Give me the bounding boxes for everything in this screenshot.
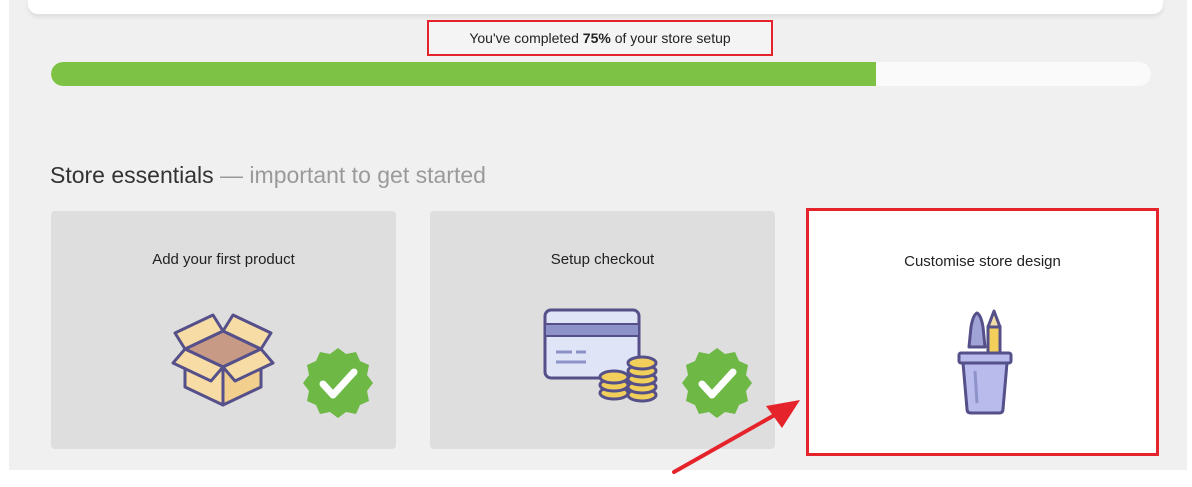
card-title: Setup checkout xyxy=(550,251,655,268)
section-title: Store essentials xyxy=(50,162,214,188)
progress-bar-fill xyxy=(51,62,876,86)
annotation-arrow-icon xyxy=(672,400,800,474)
card-add-product[interactable]: Add your first product xyxy=(51,211,396,449)
box-icon xyxy=(171,313,275,407)
card-title: Add your first product xyxy=(152,251,295,268)
card-customise-store-design[interactable]: Customise store design xyxy=(806,208,1159,456)
progress-bar xyxy=(51,62,1151,86)
credit-card-coins-icon xyxy=(543,308,658,403)
progress-percent: 75% xyxy=(582,30,611,46)
card-title: Customise store design xyxy=(904,253,1061,270)
progress-text-before: You've completed xyxy=(469,30,579,46)
progress-summary: You've completed 75% of your store setup xyxy=(427,20,773,56)
brush-pencil-cup-icon xyxy=(957,309,1013,415)
progress-text-after: of your store setup xyxy=(614,30,731,46)
completed-check-badge-icon xyxy=(303,348,373,418)
section-subtitle: — important to get started xyxy=(220,162,486,188)
section-heading: Store essentials — important to get star… xyxy=(50,162,486,189)
top-card-edge xyxy=(28,0,1163,14)
